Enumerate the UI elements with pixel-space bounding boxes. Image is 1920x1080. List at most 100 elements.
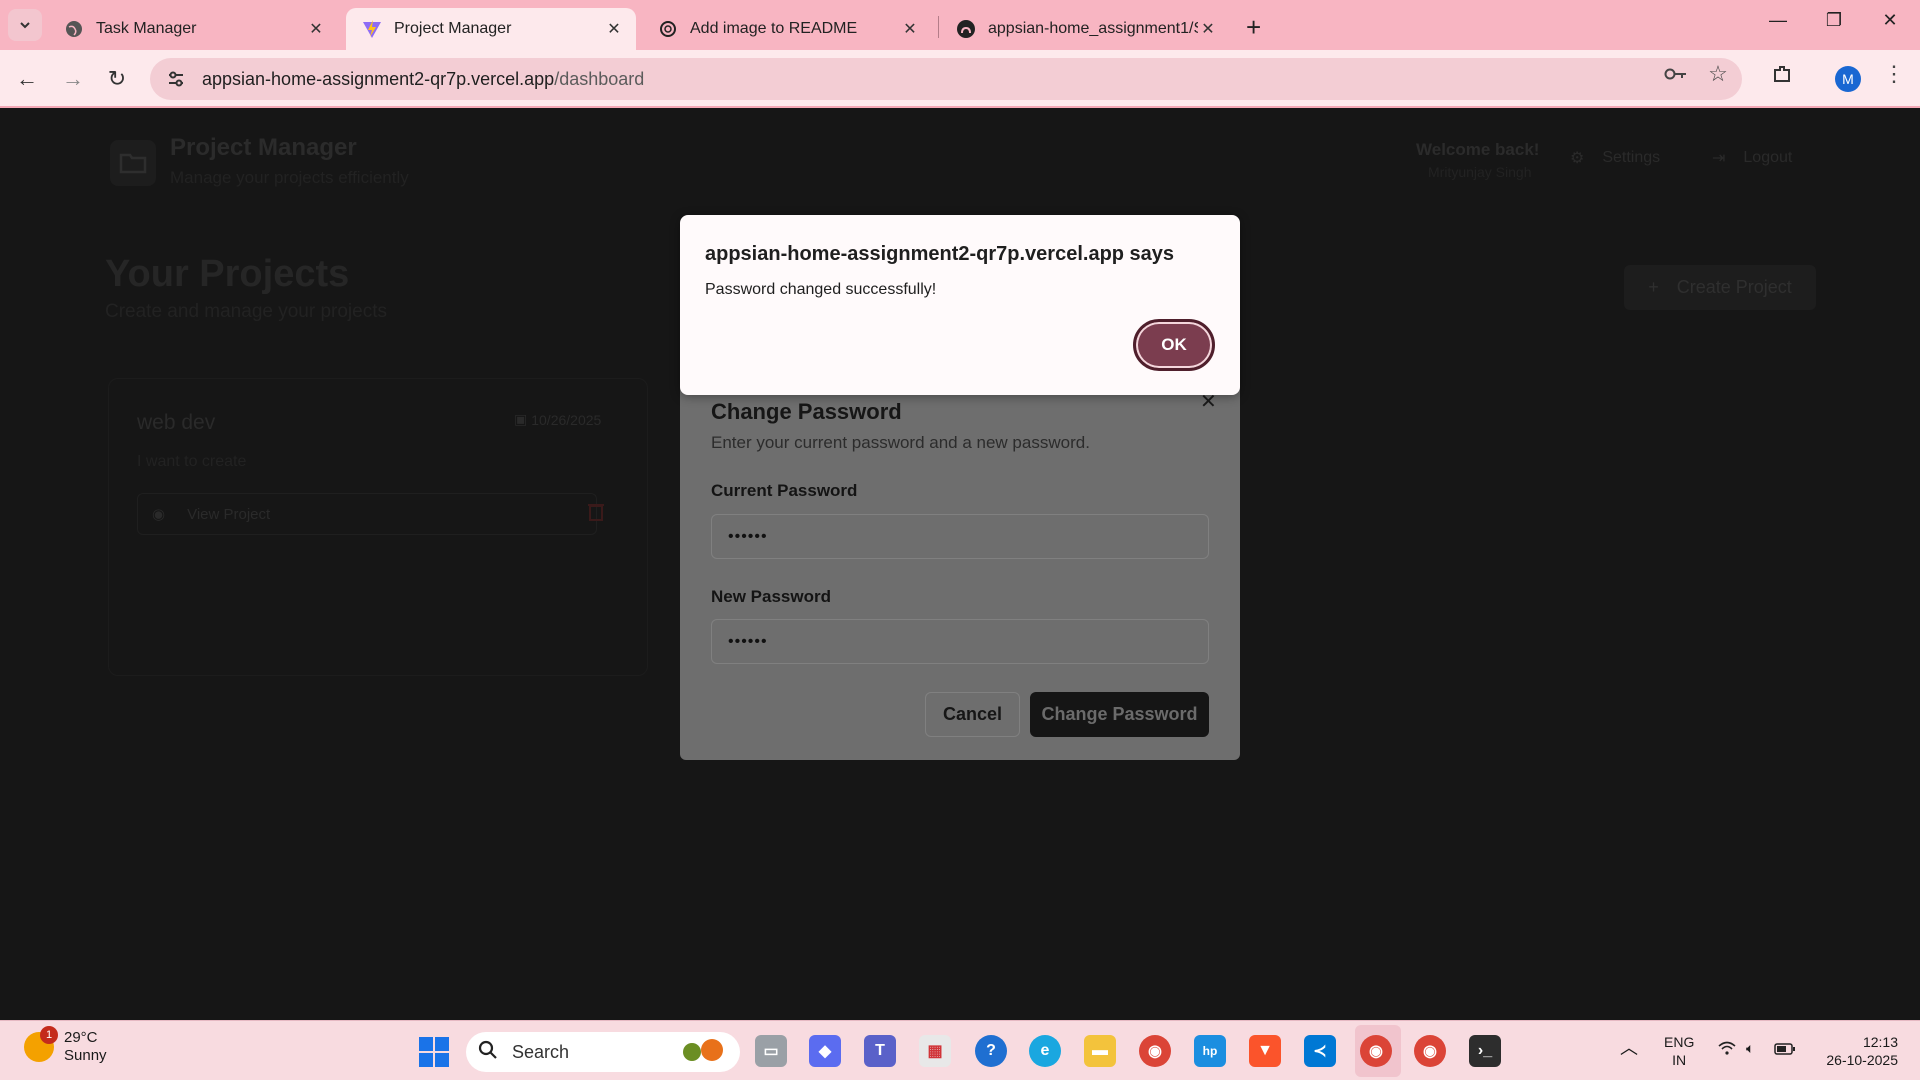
- weather-condition: Sunny: [64, 1047, 107, 1064]
- calendar-icon: ▣: [514, 411, 528, 427]
- cancel-button[interactable]: Cancel: [925, 692, 1020, 737]
- logout-link[interactable]: ⇥ Logout: [1712, 148, 1792, 168]
- close-tab-icon[interactable]: ✕: [306, 19, 326, 39]
- browser-toolbar: ← → ↻ appsian-home-assignment2-qr7p.verc…: [0, 50, 1920, 108]
- tab-title: Task Manager: [96, 20, 197, 37]
- terminal-icon[interactable]: ›_: [1469, 1035, 1501, 1067]
- page-title: Your Projects: [105, 253, 350, 295]
- menu-kebab-icon[interactable]: ⋮: [1880, 60, 1908, 88]
- language-text: ENG: [1664, 1034, 1695, 1050]
- tab-title: Project Manager: [394, 20, 512, 37]
- project-date: ▣ 10/26/2025: [514, 411, 601, 428]
- password-key-icon[interactable]: [1662, 60, 1690, 88]
- notification-badge: 1: [40, 1026, 58, 1044]
- ok-button[interactable]: OK: [1133, 319, 1215, 371]
- folder-icon: [110, 140, 156, 186]
- close-tab-icon[interactable]: ✕: [1198, 19, 1218, 39]
- create-project-label: Create Project: [1676, 277, 1792, 297]
- teams-icon[interactable]: T: [864, 1035, 896, 1067]
- alert-message: Password changed successfully!: [705, 281, 937, 298]
- search-icon: [478, 1040, 498, 1065]
- chrome-profile-icon[interactable]: ◉: [1360, 1035, 1392, 1067]
- task-view-icon[interactable]: ▭: [755, 1035, 787, 1067]
- chrome-profile-2-icon[interactable]: ◉: [1414, 1035, 1446, 1067]
- app-subtitle: Manage your projects efficiently: [170, 168, 409, 187]
- gear-icon: ⚙: [1570, 150, 1585, 167]
- new-tab-button[interactable]: +: [1246, 12, 1261, 43]
- wifi-icon[interactable]: [1718, 1041, 1736, 1059]
- tab-title: appsian-home_assignment1/Sc: [988, 20, 1198, 37]
- taskbar-search[interactable]: Search: [466, 1032, 740, 1072]
- close-tab-icon[interactable]: ✕: [900, 19, 920, 39]
- logout-icon: ⇥: [1712, 150, 1726, 167]
- current-password-label: Current Password: [711, 481, 858, 500]
- file-explorer-icon[interactable]: ▬: [1084, 1035, 1116, 1067]
- back-button[interactable]: ←: [10, 62, 44, 96]
- trash-icon[interactable]: [587, 501, 605, 526]
- edge-icon[interactable]: e: [1029, 1035, 1061, 1067]
- forward-button[interactable]: →: [56, 62, 90, 96]
- reload-button[interactable]: ↻: [100, 62, 134, 96]
- create-project-button[interactable]: + Create Project: [1624, 265, 1816, 310]
- restore-button[interactable]: ❐: [1814, 10, 1854, 31]
- bookmark-star-icon[interactable]: ☆: [1704, 60, 1732, 88]
- windows-start-icon[interactable]: [419, 1037, 449, 1067]
- extensions-icon[interactable]: [1768, 60, 1796, 88]
- change-password-dialog: Change Password Enter your current passw…: [680, 369, 1240, 760]
- tab-task-manager[interactable]: Task Manager ✕: [48, 8, 338, 50]
- clock[interactable]: 12:13 26-10-2025: [1816, 1033, 1898, 1069]
- tab-github-repo[interactable]: appsian-home_assignment1/Sc ✕: [940, 8, 1230, 50]
- dialog-title: Change Password: [711, 399, 902, 424]
- search-highlight-icon: [678, 1036, 730, 1069]
- tab-title: Add image to README: [690, 20, 858, 37]
- battery-icon[interactable]: [1774, 1041, 1796, 1059]
- project-date-text: 10/26/2025: [531, 411, 602, 428]
- vscode-icon[interactable]: ≺: [1304, 1035, 1336, 1067]
- myhp-icon[interactable]: hp: [1194, 1035, 1226, 1067]
- help-icon[interactable]: ?: [975, 1035, 1007, 1067]
- openai-icon: [658, 19, 678, 39]
- language-indicator[interactable]: ENG IN: [1664, 1033, 1694, 1069]
- new-password-input[interactable]: ••••••: [711, 619, 1209, 664]
- settings-link[interactable]: ⚙ Settings: [1570, 148, 1660, 168]
- microsoft-store-icon[interactable]: ▦: [919, 1035, 951, 1067]
- sun-icon: 1: [24, 1026, 58, 1062]
- clock-date: 26-10-2025: [1826, 1052, 1898, 1068]
- new-password-label: New Password: [711, 587, 831, 606]
- tab-project-manager[interactable]: Project Manager ✕: [346, 8, 636, 50]
- tab-add-image-readme[interactable]: Add image to README ✕: [642, 8, 932, 50]
- address-bar[interactable]: appsian-home-assignment2-qr7p.vercel.app…: [150, 58, 1742, 100]
- tab-search-button[interactable]: [8, 9, 42, 41]
- copilot-icon[interactable]: ◆: [809, 1035, 841, 1067]
- taskbar: 1 29°C Sunny Search ▭ ◆ T ▦ ? e ▬ ◉ hp ▼…: [0, 1020, 1920, 1080]
- browser-alert-dialog: appsian-home-assignment2-qr7p.vercel.app…: [680, 215, 1240, 395]
- chevron-up-icon[interactable]: ︿: [1620, 1039, 1638, 1057]
- brave-icon[interactable]: ▼: [1249, 1035, 1281, 1067]
- volume-icon[interactable]: 🔈︎: [1746, 1039, 1754, 1057]
- logout-label: Logout: [1743, 149, 1793, 166]
- weather-widget[interactable]: 1 29°C Sunny: [24, 1026, 107, 1065]
- view-project-label: View Project: [187, 505, 271, 523]
- url-host: appsian-home-assignment2-qr7p.vercel.app: [202, 68, 555, 89]
- vite-icon: [362, 19, 382, 39]
- clock-time: 12:13: [1862, 1034, 1898, 1050]
- browser-tab-strip: Task Manager ✕ Project Manager ✕ Add ima…: [0, 0, 1920, 50]
- close-window-button[interactable]: ✕: [1870, 10, 1910, 31]
- github-icon: [956, 19, 976, 39]
- temperature: 29°C: [64, 1029, 98, 1046]
- change-password-button[interactable]: Change Password: [1030, 692, 1209, 737]
- chrome-icon[interactable]: ◉: [1139, 1035, 1171, 1067]
- globe-icon: [64, 19, 84, 39]
- site-info-icon[interactable]: [162, 65, 190, 93]
- settings-label: Settings: [1602, 149, 1661, 166]
- page-subtitle: Create and manage your projects: [105, 301, 387, 322]
- current-password-input[interactable]: ••••••: [711, 514, 1209, 559]
- close-tab-icon[interactable]: ✕: [604, 19, 624, 39]
- profile-avatar[interactable]: M: [1835, 66, 1861, 92]
- tab-separator: [938, 16, 939, 38]
- chevron-down-icon: [20, 22, 30, 29]
- weather-text: 29°C Sunny: [64, 1029, 107, 1065]
- minimize-button[interactable]: —: [1758, 10, 1798, 31]
- view-project-button[interactable]: ◉ View Project: [137, 493, 597, 535]
- plus-icon: +: [1648, 277, 1659, 297]
